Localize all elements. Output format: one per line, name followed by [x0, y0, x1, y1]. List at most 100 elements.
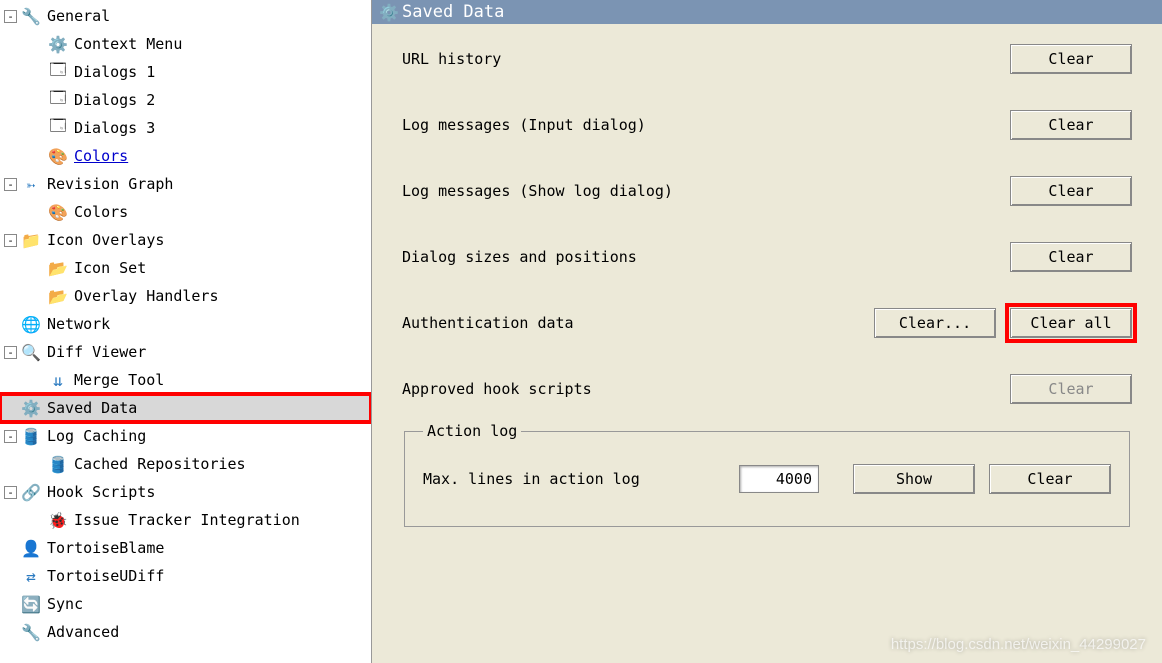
- tree-label: Dialogs 1: [74, 63, 155, 81]
- window-icon: 🗔: [48, 118, 68, 138]
- tree-node-rev-colors[interactable]: 🎨 Colors: [0, 198, 371, 226]
- tree-label: TortoiseBlame: [47, 539, 164, 557]
- tree-node-saved-data[interactable]: ⚙️ Saved Data: [0, 394, 371, 422]
- tree-node-network[interactable]: 🌐 Network: [0, 310, 371, 338]
- row-label: Log messages (Show log dialog): [402, 182, 996, 200]
- watermark-text: https://blog.csdn.net/weixin_44299027: [891, 636, 1146, 653]
- tree-node-overlay-handlers[interactable]: 📂 Overlay Handlers: [0, 282, 371, 310]
- tree-label: TortoiseUDiff: [47, 567, 164, 585]
- tree-label: Diff Viewer: [47, 343, 146, 361]
- tree-node-sync[interactable]: 🔄 Sync: [0, 590, 371, 618]
- tree-label: Advanced: [47, 623, 119, 641]
- bug-icon: 🐞: [48, 510, 68, 530]
- tree-node-issue-tracker[interactable]: 🐞 Issue Tracker Integration: [0, 506, 371, 534]
- sync-icon: 🔄: [21, 594, 41, 614]
- database-icon: 🛢️: [21, 426, 41, 446]
- gear-icon: ⚙️: [21, 398, 41, 418]
- row-dialog-sizes: Dialog sizes and positions Clear: [402, 242, 1132, 272]
- row-log-input: Log messages (Input dialog) Clear: [402, 110, 1132, 140]
- tree-label: Context Menu: [74, 35, 182, 53]
- folder-icon: 📁: [21, 230, 41, 250]
- tree-node-context-menu[interactable]: ⚙️ Context Menu: [0, 30, 371, 58]
- wrench-icon: 🔧: [21, 622, 41, 642]
- tree-label: Log Caching: [47, 427, 146, 445]
- window-icon: 🗔: [48, 62, 68, 82]
- clear-log-input-button[interactable]: Clear: [1010, 110, 1132, 140]
- action-log-legend: Action log: [423, 422, 521, 440]
- collapse-icon[interactable]: -: [4, 346, 17, 359]
- row-auth: Authentication data Clear... Clear all: [402, 308, 1132, 338]
- folder-icon: 📂: [48, 258, 68, 278]
- tree-node-revision-graph[interactable]: - ➳ Revision Graph: [0, 170, 371, 198]
- max-lines-input[interactable]: [739, 465, 819, 493]
- tree-node-advanced[interactable]: 🔧 Advanced: [0, 618, 371, 646]
- globe-icon: 🌐: [21, 314, 41, 334]
- tree-label: Colors: [74, 147, 128, 165]
- tree-node-general[interactable]: - 🔧 General: [0, 2, 371, 30]
- row-label: Approved hook scripts: [402, 380, 996, 398]
- settings-main-panel: ⚙️ Saved Data URL history Clear Log mess…: [372, 0, 1162, 663]
- collapse-icon[interactable]: -: [4, 234, 17, 247]
- tree-node-colors[interactable]: 🎨 Colors: [0, 142, 371, 170]
- tree-node-tortoise-blame[interactable]: 👤 TortoiseBlame: [0, 534, 371, 562]
- tree-label: Saved Data: [47, 399, 137, 417]
- tree-node-merge-tool[interactable]: ⇊ Merge Tool: [0, 366, 371, 394]
- collapse-icon[interactable]: -: [4, 10, 17, 23]
- window-icon: 🗔: [48, 90, 68, 110]
- clear-log-show-button[interactable]: Clear: [1010, 176, 1132, 206]
- tree-label: Merge Tool: [74, 371, 164, 389]
- wrench-icon: 🔧: [21, 6, 41, 26]
- tree-label: Icon Overlays: [47, 231, 164, 249]
- tree-label: Revision Graph: [47, 175, 173, 193]
- tree-node-dialogs1[interactable]: 🗔 Dialogs 1: [0, 58, 371, 86]
- tree-node-tortoise-udiff[interactable]: ⇄ TortoiseUDiff: [0, 562, 371, 590]
- tree-label: Issue Tracker Integration: [74, 511, 300, 529]
- row-hooks: Approved hook scripts Clear: [402, 374, 1132, 404]
- user-icon: 👤: [21, 538, 41, 558]
- tree-node-icon-overlays[interactable]: - 📁 Icon Overlays: [0, 226, 371, 254]
- panel-title-bar: ⚙️ Saved Data: [372, 0, 1162, 24]
- tree-label: Dialogs 3: [74, 119, 155, 137]
- palette-icon: 🎨: [48, 202, 68, 222]
- tree-node-cached-repos[interactable]: 🛢️ Cached Repositories: [0, 450, 371, 478]
- tree-node-diff-viewer[interactable]: - 🔍 Diff Viewer: [0, 338, 371, 366]
- database-icon: 🛢️: [48, 454, 68, 474]
- tree-node-dialogs2[interactable]: 🗔 Dialogs 2: [0, 86, 371, 114]
- diff-icon: ⇄: [21, 566, 41, 586]
- row-label: Dialog sizes and positions: [402, 248, 996, 266]
- tree-label: Sync: [47, 595, 83, 613]
- action-log-group: Action log Max. lines in action log Show…: [404, 422, 1130, 527]
- folder-icon: 📂: [48, 286, 68, 306]
- tree-node-log-caching[interactable]: - 🛢️ Log Caching: [0, 422, 371, 450]
- clear-hooks-button[interactable]: Clear: [1010, 374, 1132, 404]
- tree-label: Overlay Handlers: [74, 287, 219, 305]
- tree-node-dialogs3[interactable]: 🗔 Dialogs 3: [0, 114, 371, 142]
- magnifier-icon: 🔍: [21, 342, 41, 362]
- tree-node-icon-set[interactable]: 📂 Icon Set: [0, 254, 371, 282]
- action-log-label: Max. lines in action log: [423, 470, 739, 488]
- clear-all-auth-button[interactable]: Clear all: [1010, 308, 1132, 338]
- clear-dialog-sizes-button[interactable]: Clear: [1010, 242, 1132, 272]
- tree-label: Cached Repositories: [74, 455, 246, 473]
- collapse-icon[interactable]: -: [4, 178, 17, 191]
- tree-label: Network: [47, 315, 110, 333]
- gear-icon: ⚙️: [380, 3, 398, 21]
- clear-url-history-button[interactable]: Clear: [1010, 44, 1132, 74]
- gear-icon: ⚙️: [48, 34, 68, 54]
- clear-auth-button[interactable]: Clear...: [874, 308, 996, 338]
- tree-label: Icon Set: [74, 259, 146, 277]
- collapse-icon[interactable]: -: [4, 486, 17, 499]
- palette-icon: 🎨: [48, 146, 68, 166]
- row-log-show: Log messages (Show log dialog) Clear: [402, 176, 1132, 206]
- row-label: Authentication data: [402, 314, 860, 332]
- tree-label: General: [47, 7, 110, 25]
- collapse-icon[interactable]: -: [4, 430, 17, 443]
- row-label: URL history: [402, 50, 996, 68]
- tree-node-hook-scripts[interactable]: - 🔗 Hook Scripts: [0, 478, 371, 506]
- show-action-log-button[interactable]: Show: [853, 464, 975, 494]
- clear-action-log-button[interactable]: Clear: [989, 464, 1111, 494]
- merge-icon: ⇊: [48, 370, 68, 390]
- hook-icon: 🔗: [21, 482, 41, 502]
- row-label: Log messages (Input dialog): [402, 116, 996, 134]
- tree-label: Colors: [74, 203, 128, 221]
